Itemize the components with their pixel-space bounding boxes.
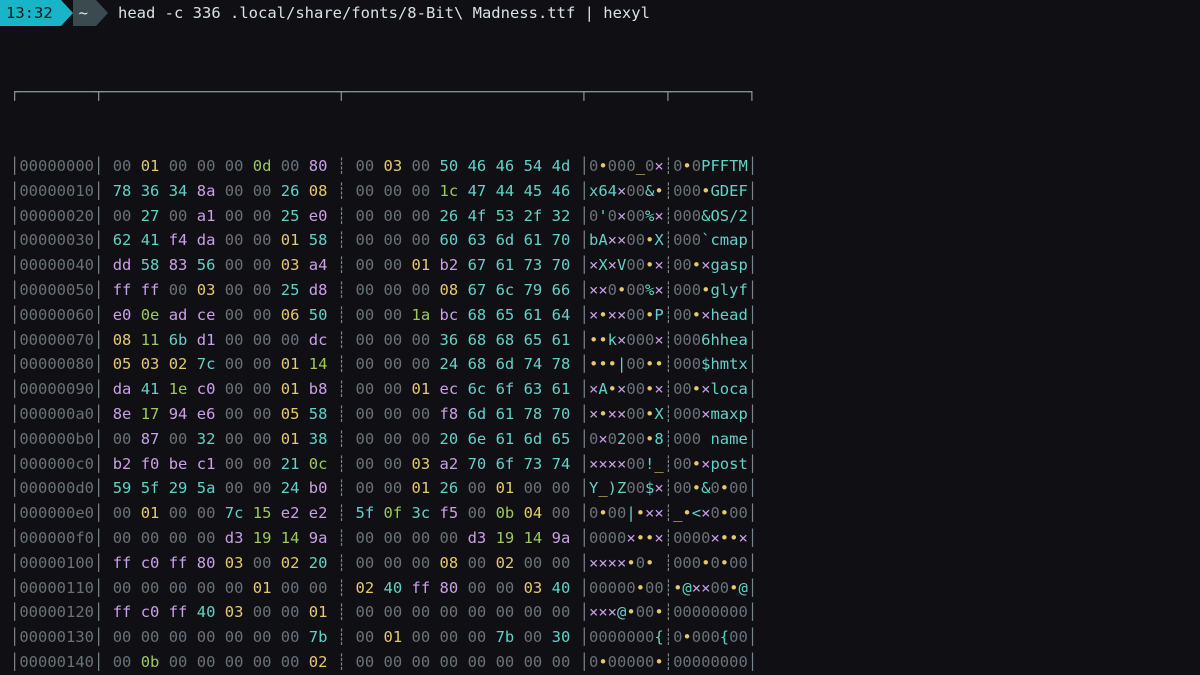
- hex-row: │00000040│ dd 58 83 56 00 00 03 a4 ┊ 00 …: [10, 253, 1200, 278]
- hex-row: │000000e0│ 00 01 00 00 7c 15 e2 e2 ┊ 5f …: [10, 501, 1200, 526]
- hex-row: │000000a0│ 8e 17 94 e6 00 00 05 58 ┊ 00 …: [10, 402, 1200, 427]
- hexyl-output: ┌────────┬─────────────────────────┬────…: [10, 30, 1200, 675]
- clock-segment: 13:32: [0, 0, 61, 26]
- hex-row: │000000d0│ 59 5f 29 5a 00 00 24 b0 ┊ 00 …: [10, 476, 1200, 501]
- hex-row: │00000110│ 00 00 00 00 00 01 00 00 ┊ 02 …: [10, 576, 1200, 601]
- hex-row: │00000080│ 05 03 02 7c 00 00 01 14 ┊ 00 …: [10, 352, 1200, 377]
- powerline-arrow-icon: [61, 0, 73, 26]
- hex-row: │00000140│ 00 0b 00 00 00 00 00 02 ┊ 00 …: [10, 650, 1200, 675]
- table-border-top: ┌────────┬─────────────────────────┬────…: [10, 80, 1200, 105]
- hex-row: │00000030│ 62 41 f4 da 00 00 01 58 ┊ 00 …: [10, 228, 1200, 253]
- hex-row: │00000060│ e0 0e ad ce 00 00 06 50 ┊ 00 …: [10, 303, 1200, 328]
- cwd-segment: ~: [73, 0, 96, 26]
- cwd-text: ~: [79, 1, 88, 26]
- hex-row: │00000050│ ff ff 00 03 00 00 25 d8 ┊ 00 …: [10, 278, 1200, 303]
- prompt-line-1: 13:32 ~ head -c 336 .local/share/fonts/8…: [0, 0, 1200, 26]
- hex-row: │000000c0│ b2 f0 be c1 00 00 21 0c ┊ 00 …: [10, 452, 1200, 477]
- hex-row: │00000010│ 78 36 34 8a 00 00 26 08 ┊ 00 …: [10, 179, 1200, 204]
- command-text: head -c 336 .local/share/fonts/8-Bit\ Ma…: [108, 1, 650, 26]
- hex-row: │00000120│ ff c0 ff 40 03 00 00 01 ┊ 00 …: [10, 600, 1200, 625]
- hex-row: │000000f0│ 00 00 00 00 d3 19 14 9a ┊ 00 …: [10, 526, 1200, 551]
- powerline-arrow-icon: [96, 0, 108, 26]
- hex-row: │00000000│ 00 01 00 00 00 0d 00 80 ┊ 00 …: [10, 154, 1200, 179]
- hex-row: │00000070│ 08 11 6b d1 00 00 00 dc ┊ 00 …: [10, 328, 1200, 353]
- hex-row: │00000090│ da 41 1e c0 00 00 01 b8 ┊ 00 …: [10, 377, 1200, 402]
- hex-row: │00000020│ 00 27 00 a1 00 00 25 e0 ┊ 00 …: [10, 204, 1200, 229]
- hex-row: │000000b0│ 00 87 00 32 00 00 01 38 ┊ 00 …: [10, 427, 1200, 452]
- hex-row: │00000130│ 00 00 00 00 00 00 00 7b ┊ 00 …: [10, 625, 1200, 650]
- time-text: 13:32: [6, 1, 53, 26]
- hex-row: │00000100│ ff c0 ff 80 03 00 02 20 ┊ 00 …: [10, 551, 1200, 576]
